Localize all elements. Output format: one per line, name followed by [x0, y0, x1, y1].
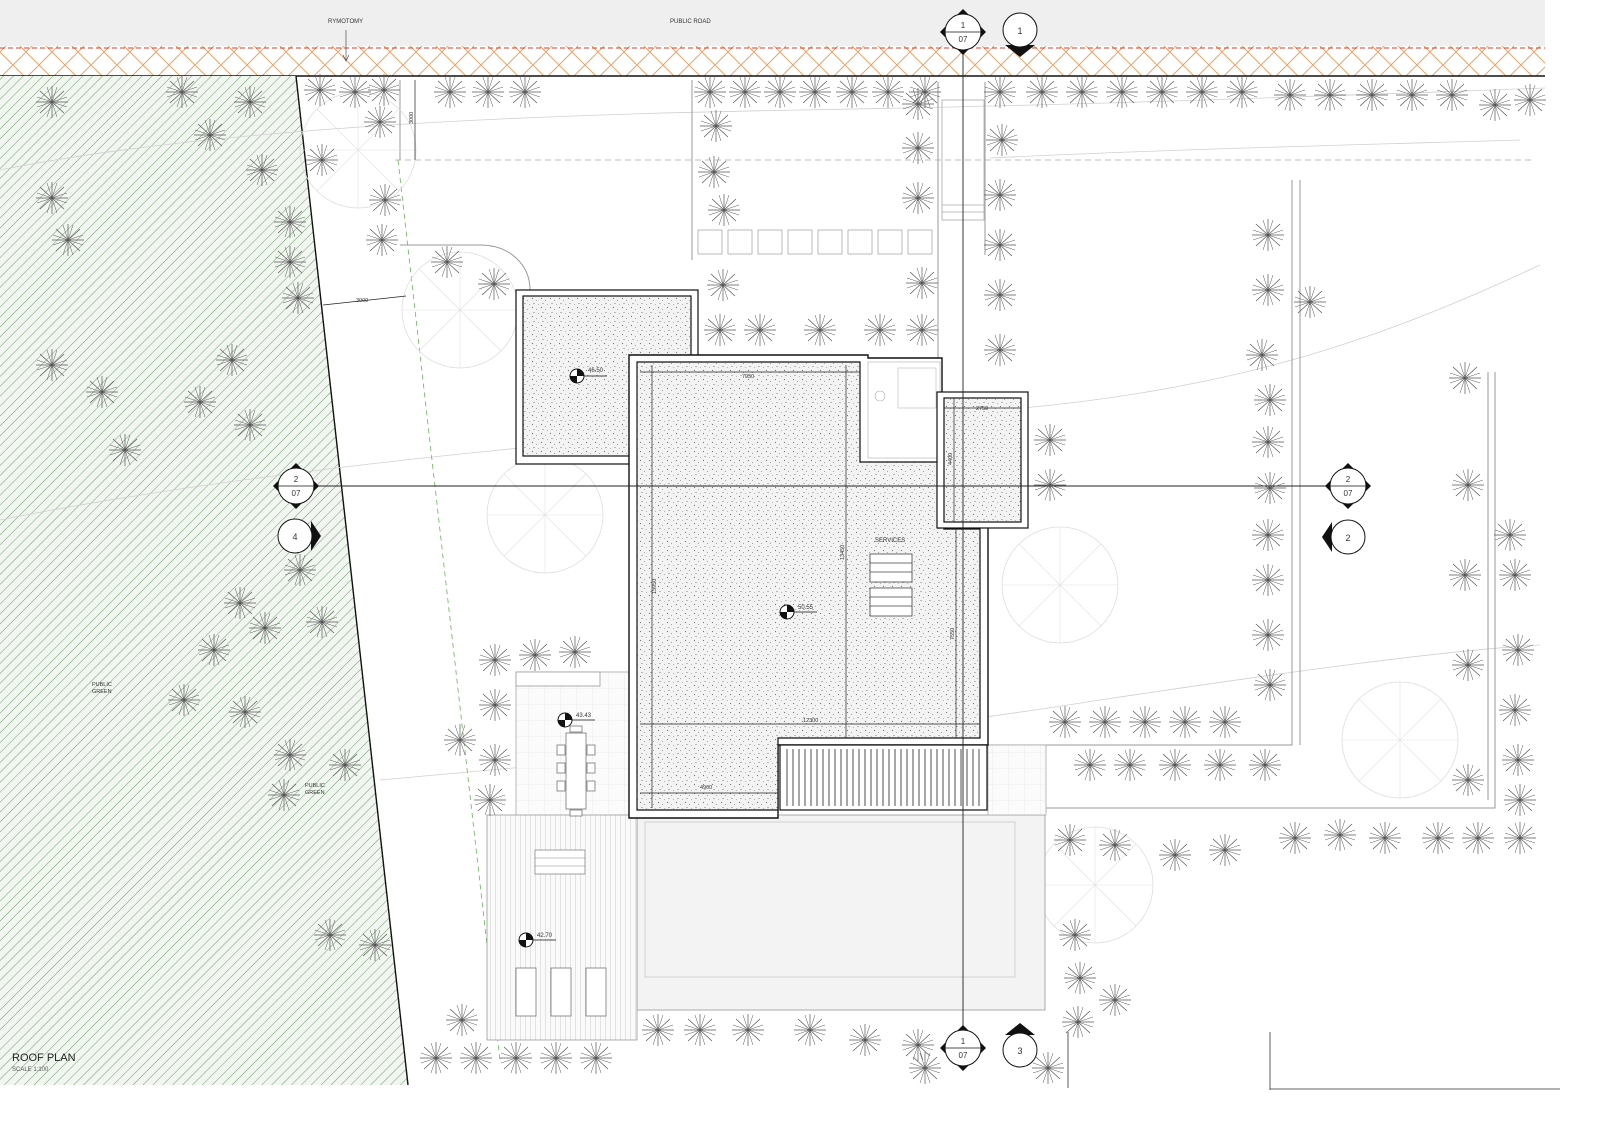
dim-services-depth: 7550: [950, 628, 956, 640]
dim-setback-side: 3000: [356, 298, 368, 304]
public-green-label-1a: PUBLIC: [92, 682, 112, 688]
svg-text:4: 4: [292, 532, 297, 542]
public-green-label-2a: PUBLIC: [305, 783, 325, 789]
level-garage-roof: 46.50: [588, 368, 604, 374]
dim-chimney-depth: 4400: [948, 453, 954, 465]
svg-text:2: 2: [1346, 475, 1351, 484]
svg-text:07: 07: [959, 35, 968, 44]
section-marker-bottom: 1 07: [940, 1025, 986, 1071]
dim-main-total: 12300: [803, 718, 818, 724]
public-green-label-1b: GREEN: [92, 689, 112, 695]
roof-plan-drawing: PUBLIC ROAD RYMOTOMY 46.50 50.55 43.43 4…: [0, 0, 1600, 1119]
driveway-pavers: [697, 99, 985, 255]
rymotomy-label: RYMOTOMY: [328, 19, 363, 25]
elevation-marker-2: 2: [1322, 519, 1366, 555]
road-label: PUBLIC ROAD: [670, 19, 711, 25]
dim-main-width: 7950: [742, 374, 754, 380]
pool: [636, 814, 1046, 1011]
dim-main-depth: 13450: [840, 545, 846, 560]
chimney-roof: [943, 397, 1022, 523]
section-marker-right: 2 07: [1325, 463, 1371, 509]
public-green-area: [0, 76, 408, 1085]
dim-setback-road: 3000: [409, 112, 415, 124]
svg-text:07: 07: [959, 1051, 968, 1060]
services-label: SERVICES: [875, 538, 905, 544]
public-road: [0, 0, 1545, 46]
dim-main-height: 15950: [652, 579, 658, 594]
svg-text:3: 3: [1017, 1046, 1022, 1056]
svg-text:1: 1: [1017, 26, 1022, 36]
svg-text:07: 07: [1344, 489, 1353, 498]
elevation-marker-3: 3: [1002, 1023, 1038, 1068]
svg-text:2: 2: [1345, 533, 1350, 543]
drawing-title: ROOF PLAN: [12, 1052, 76, 1064]
level-deck: 42.70: [537, 933, 553, 939]
svg-text:07: 07: [292, 489, 301, 498]
level-terrace: 43.43: [576, 713, 592, 719]
dim-chimney-width: 2750: [976, 406, 988, 412]
svg-text:2: 2: [294, 475, 299, 484]
dim-main-left: 4900: [700, 785, 712, 791]
level-main-roof: 50.55: [798, 605, 814, 611]
svg-text:1: 1: [961, 1037, 966, 1046]
svg-text:1: 1: [961, 21, 966, 30]
sun-loungers: [515, 967, 607, 1017]
drawing-scale: SCALE 1:100: [12, 1067, 49, 1073]
public-green-label-2b: GREEN: [305, 790, 325, 796]
road-buffer-hatch: [0, 46, 1545, 76]
